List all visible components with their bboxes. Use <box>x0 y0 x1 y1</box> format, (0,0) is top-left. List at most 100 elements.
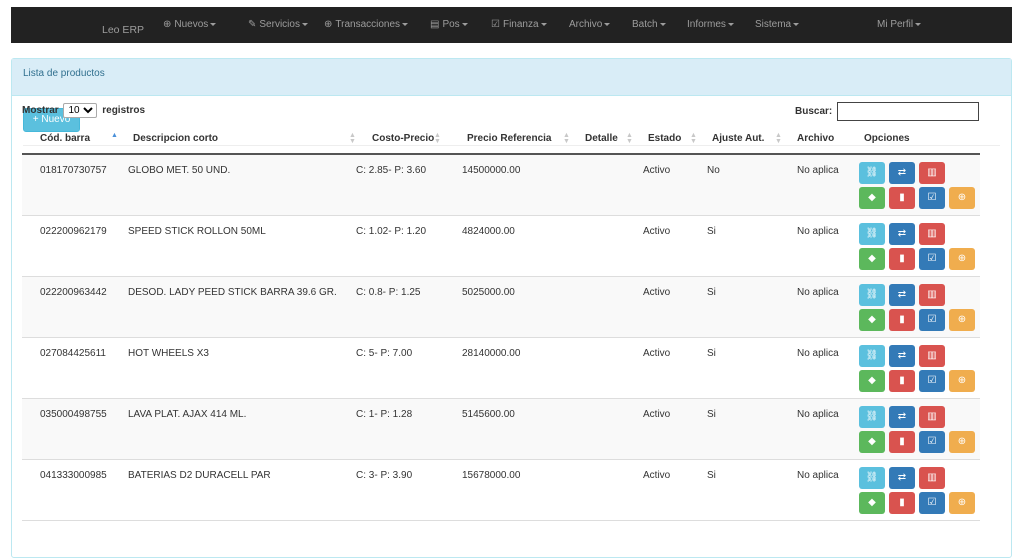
edit-button[interactable]: ☑ <box>919 248 945 270</box>
tag-button[interactable]: ◆ <box>859 492 885 514</box>
page-size-select[interactable]: 10 <box>63 103 98 118</box>
cell-archivo: No aplica <box>797 226 839 237</box>
trash-icon: ▮ <box>899 192 905 203</box>
edit-button[interactable]: ☑ <box>919 309 945 331</box>
zoom-button[interactable]: ⊕ <box>949 187 975 209</box>
zoom-icon: ⊕ <box>957 314 967 325</box>
edit-button[interactable]: ☑ <box>919 431 945 453</box>
link-button[interactable]: ⛓ <box>859 406 885 428</box>
column-header[interactable]: Detalle <box>585 133 618 144</box>
column-header[interactable]: Cód. barra <box>40 133 90 144</box>
chart-button[interactable]: ▥ <box>919 284 945 306</box>
edit-icon: ☑ <box>927 314 937 325</box>
chart-button[interactable]: ▥ <box>919 223 945 245</box>
nav-finanza[interactable]: ☑ Finanza <box>491 7 547 43</box>
tag-button[interactable]: ◆ <box>859 370 885 392</box>
refresh-button[interactable]: ⇄ <box>889 223 915 245</box>
zoom-button[interactable]: ⊕ <box>949 248 975 270</box>
trash-button[interactable]: ▮ <box>889 248 915 270</box>
nav-batch[interactable]: Batch <box>632 7 666 43</box>
refresh-button[interactable]: ⇄ <box>889 406 915 428</box>
cell-ref: 14500000.00 <box>462 165 521 176</box>
edit-icon: ☑ <box>491 19 500 30</box>
column-header[interactable]: Descripcion corto <box>133 133 218 144</box>
table-row: 041333000985 BATERIAS D2 DURACELL PAR C: 3… <box>22 460 980 521</box>
tag-button[interactable]: ◆ <box>859 431 885 453</box>
trash-button[interactable]: ▮ <box>889 431 915 453</box>
column-header[interactable]: Ajuste Aut. <box>712 133 764 144</box>
cell-desc: SPEED STICK ROLLON 50ML <box>128 226 266 237</box>
zoom-button[interactable]: ⊕ <box>949 309 975 331</box>
zoom-button[interactable]: ⊕ <box>949 370 975 392</box>
link-button[interactable]: ⛓ <box>859 284 885 306</box>
sort-icon[interactable]: ▲ ▼ <box>626 132 633 145</box>
nav-servicios[interactable]: ✎ Servicios <box>248 7 308 43</box>
trash-icon: ▮ <box>899 314 905 325</box>
tag-button[interactable]: ◆ <box>859 309 885 331</box>
link-button[interactable]: ⛓ <box>859 345 885 367</box>
column-header[interactable]: Archivo <box>797 133 834 144</box>
sort-icon[interactable]: ▲ ▼ <box>690 132 697 145</box>
column-header[interactable]: Costo-Precio <box>372 133 434 144</box>
trash-button[interactable]: ▮ <box>889 187 915 209</box>
column-header[interactable]: Estado <box>648 133 681 144</box>
zoom-button[interactable]: ⊕ <box>949 431 975 453</box>
nav-nuevos[interactable]: ⊕ Nuevos <box>163 7 217 43</box>
chart-button[interactable]: ▥ <box>919 467 945 489</box>
refresh-icon: ⇄ <box>897 472 907 483</box>
nav-informes[interactable]: Informes <box>687 7 734 43</box>
sort-icon[interactable]: ▲ ▼ <box>434 132 441 145</box>
tag-button[interactable]: ◆ <box>859 248 885 270</box>
chart-icon: ▥ <box>927 289 937 300</box>
nav-mi-perfil[interactable]: Mi Perfil <box>877 7 922 43</box>
sort-icon[interactable]: ▲ ▼ <box>349 132 356 145</box>
tag-icon: ◆ <box>868 497 876 508</box>
nav-label: Batch <box>632 19 658 30</box>
refresh-button[interactable]: ⇄ <box>889 345 915 367</box>
refresh-button[interactable]: ⇄ <box>889 162 915 184</box>
link-icon: ⛓ <box>865 289 879 300</box>
nav-transacciones[interactable]: ⊕ Transacciones <box>324 7 409 43</box>
table-row: 018170730757 GLOBO MET. 50 UND. C: 2.85- P… <box>22 155 980 216</box>
link-button[interactable]: ⛓ <box>859 162 885 184</box>
nav-sistema[interactable]: Sistema <box>755 7 800 43</box>
tag-button[interactable]: ◆ <box>859 187 885 209</box>
cell-estado: Activo <box>643 165 671 176</box>
column-header[interactable]: Opciones <box>864 133 910 144</box>
edit-icon: ☑ <box>927 497 937 508</box>
show-label: Mostrar <box>22 105 59 117</box>
link-button[interactable]: ⛓ <box>859 467 885 489</box>
cell-ajuste: Si <box>707 470 716 481</box>
nav-pos[interactable]: ▤ Pos <box>430 7 468 43</box>
chart-button[interactable]: ▥ <box>919 345 945 367</box>
zoom-button[interactable]: ⊕ <box>949 492 975 514</box>
refresh-button[interactable]: ⇄ <box>889 284 915 306</box>
edit-button[interactable]: ☑ <box>919 187 945 209</box>
edit-button[interactable]: ☑ <box>919 492 945 514</box>
chart-button[interactable]: ▥ <box>919 406 945 428</box>
sort-icon[interactable]: ▲ ▼ <box>563 132 570 145</box>
trash-button[interactable]: ▮ <box>889 370 915 392</box>
chart-button[interactable]: ▥ <box>919 162 945 184</box>
nav-archivo[interactable]: Archivo <box>569 7 611 43</box>
wrench-icon: ✎ <box>248 19 257 30</box>
column-header[interactable]: Precio Referencia <box>467 133 552 144</box>
cell-ref: 15678000.00 <box>462 470 521 481</box>
refresh-icon: ⇄ <box>897 350 907 361</box>
edit-button[interactable]: ☑ <box>919 370 945 392</box>
sort-icon[interactable]: ▲ <box>111 132 118 139</box>
trash-icon: ▮ <box>899 253 905 264</box>
edit-icon: ☑ <box>927 192 937 203</box>
trash-button[interactable]: ▮ <box>889 309 915 331</box>
search-input[interactable] <box>837 102 979 121</box>
sort-icon[interactable]: ▲ ▼ <box>775 132 782 145</box>
brand-logo[interactable]: Leo ERP <box>102 7 144 43</box>
nav-label: Sistema <box>755 19 792 30</box>
trash-button[interactable]: ▮ <box>889 492 915 514</box>
page-size-control: Mostrar 10 registros <box>22 103 145 118</box>
refresh-icon: ⇄ <box>897 167 907 178</box>
refresh-button[interactable]: ⇄ <box>889 467 915 489</box>
caret-down-icon <box>210 22 217 26</box>
chart-icon: ▥ <box>927 350 937 361</box>
link-button[interactable]: ⛓ <box>859 223 885 245</box>
